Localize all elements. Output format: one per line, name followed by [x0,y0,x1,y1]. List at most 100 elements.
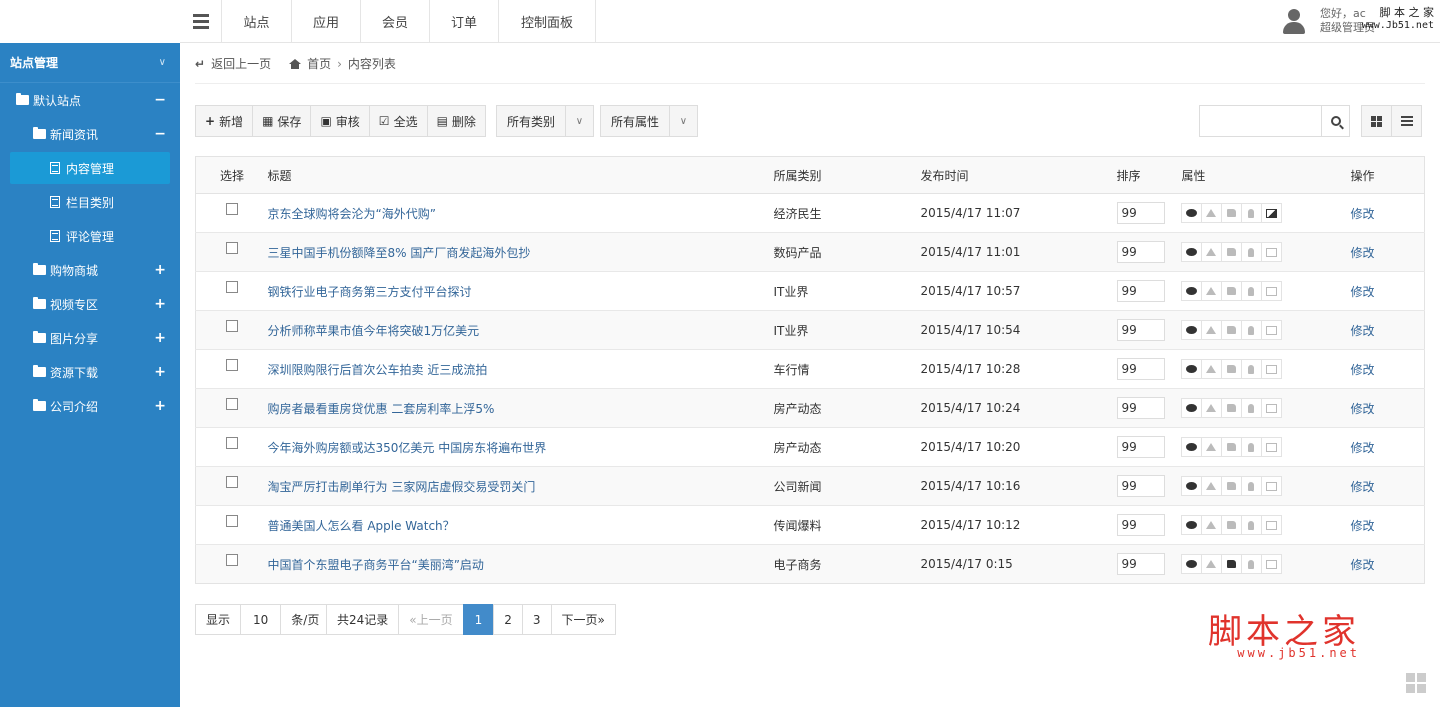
image-attr-button[interactable] [1260,242,1282,262]
comment-attr-button[interactable] [1180,554,1202,574]
comment-attr-button[interactable] [1180,320,1202,340]
delete-button[interactable]: ▤ 删除 [426,105,486,137]
recommend-attr-button[interactable] [1220,359,1242,379]
row-checkbox[interactable] [226,437,238,449]
top-attr-button[interactable] [1200,242,1222,262]
title-link[interactable]: 分析师称苹果市值今年将突破1万亿美元 [268,324,480,338]
tab-control-panel[interactable]: 控制面板 [499,0,596,42]
image-attr-button[interactable] [1260,554,1282,574]
comment-attr-button[interactable] [1180,359,1202,379]
page-size-input[interactable]: 10 [240,604,282,635]
add-button[interactable]: + 新增 [195,105,254,137]
row-checkbox[interactable] [226,281,238,293]
comment-attr-button[interactable] [1180,242,1202,262]
hot-attr-button[interactable] [1240,437,1262,457]
save-button[interactable]: ▦ 保存 [252,105,312,137]
edit-link[interactable]: 修改 [1351,480,1375,494]
title-link[interactable]: 钢铁行业电子商务第三方支付平台探讨 [268,285,472,299]
hot-attr-button[interactable] [1240,320,1262,340]
hot-attr-button[interactable] [1240,398,1262,418]
page-button-2[interactable]: 2 [493,604,523,635]
title-link[interactable]: 中国首个东盟电子商务平台“美丽湾”启动 [268,558,484,572]
category-filter-dropdown[interactable]: 所有类别 ∨ [495,105,594,137]
row-checkbox[interactable] [226,320,238,332]
breadcrumb-home[interactable]: 首页 [307,55,331,72]
comment-attr-button[interactable] [1180,476,1202,496]
recommend-attr-button[interactable] [1220,437,1242,457]
sidebar-item-comment-management[interactable]: 评论管理 [0,219,180,253]
recommend-attr-button[interactable] [1220,398,1242,418]
sort-input[interactable]: 99 [1116,553,1165,575]
image-attr-button[interactable] [1260,320,1282,340]
edit-link[interactable]: 修改 [1351,324,1375,338]
tab-apps[interactable]: 应用 [292,0,361,42]
recommend-attr-button[interactable] [1220,554,1242,574]
edit-link[interactable]: 修改 [1351,363,1375,377]
image-attr-button[interactable] [1260,476,1282,496]
page-button-1[interactable]: 1 [462,604,495,635]
sidebar-item-content-management[interactable]: 内容管理 [0,151,180,185]
sidebar-item-image-share[interactable]: 图片分享 + [0,321,180,355]
sidebar-item-video[interactable]: 视频专区 + [0,287,180,321]
sidebar-item-company-intro[interactable]: 公司介绍 + [0,389,180,423]
sort-input[interactable]: 99 [1116,241,1165,263]
sort-input[interactable]: 99 [1116,475,1165,497]
title-link[interactable]: 三星中国手机份额降至8% 国产厂商发起海外包抄 [268,246,531,260]
attribute-filter-dropdown[interactable]: 所有属性 ∨ [599,105,698,137]
tab-orders[interactable]: 订单 [430,0,499,42]
row-checkbox[interactable] [226,554,238,566]
back-arrow-icon[interactable]: ↵ [195,57,205,71]
title-link[interactable]: 深圳限购限行后首次公车拍卖 近三成流拍 [268,363,488,377]
recommend-attr-button[interactable] [1220,515,1242,535]
title-link[interactable]: 购房者最看重房贷优惠 二套房利率上浮5% [268,402,495,416]
grid-icon[interactable] [1406,673,1426,693]
top-attr-button[interactable] [1200,398,1222,418]
hot-attr-button[interactable] [1240,554,1262,574]
sidebar-item-downloads[interactable]: 资源下载 + [0,355,180,389]
image-attr-button[interactable] [1260,359,1282,379]
image-attr-button[interactable] [1260,203,1282,223]
audit-button[interactable]: ▣ 审核 [310,105,370,137]
hot-attr-button[interactable] [1240,203,1262,223]
top-attr-button[interactable] [1200,437,1222,457]
row-checkbox[interactable] [226,359,238,371]
expand-icon[interactable]: + [154,330,166,346]
row-checkbox[interactable] [226,242,238,254]
title-link[interactable]: 普通美国人怎么看 Apple Watch？ [268,519,455,533]
row-checkbox[interactable] [226,203,238,215]
sort-input[interactable]: 99 [1116,514,1165,536]
sidebar-item-news[interactable]: 新闻资讯 − [0,117,180,151]
sort-input[interactable]: 99 [1116,358,1165,380]
back-link[interactable]: 返回上一页 [211,55,271,72]
edit-link[interactable]: 修改 [1351,246,1375,260]
sidebar-section-site-management[interactable]: 站点管理 ∨ [0,43,180,83]
top-attr-button[interactable] [1200,281,1222,301]
list-view-button[interactable] [1391,105,1422,137]
edit-link[interactable]: 修改 [1351,558,1375,572]
row-checkbox[interactable] [226,398,238,410]
search-button[interactable] [1321,106,1349,136]
collapse-icon[interactable]: − [154,92,166,108]
edit-link[interactable]: 修改 [1351,519,1375,533]
image-attr-button[interactable] [1260,515,1282,535]
recommend-attr-button[interactable] [1220,242,1242,262]
edit-link[interactable]: 修改 [1351,285,1375,299]
comment-attr-button[interactable] [1180,398,1202,418]
prev-page-button[interactable]: «上一页 [398,604,464,635]
hot-attr-button[interactable] [1240,281,1262,301]
image-attr-button[interactable] [1260,281,1282,301]
sort-input[interactable]: 99 [1116,202,1165,224]
page-button-3[interactable]: 3 [521,604,552,635]
next-page-button[interactable]: 下一页» [550,604,616,635]
hot-attr-button[interactable] [1240,359,1262,379]
comment-attr-button[interactable] [1180,437,1202,457]
row-checkbox[interactable] [226,515,238,527]
sidebar-item-column-category[interactable]: 栏目类别 [0,185,180,219]
title-link[interactable]: 今年海外购房额或达350亿美元 中国房东将遍布世界 [268,441,547,455]
expand-icon[interactable]: + [154,262,166,278]
top-attr-button[interactable] [1200,320,1222,340]
edit-link[interactable]: 修改 [1351,441,1375,455]
expand-icon[interactable]: + [154,296,166,312]
recommend-attr-button[interactable] [1220,203,1242,223]
image-attr-button[interactable] [1260,398,1282,418]
